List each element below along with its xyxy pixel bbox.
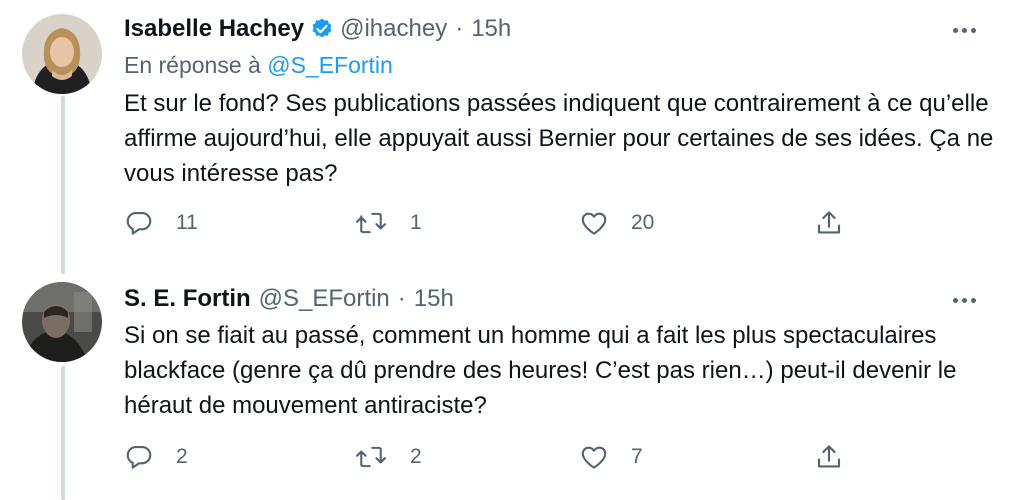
retweet-icon [354,208,388,238]
user-handle[interactable]: @ihachey [340,15,447,43]
separator-dot: · [397,285,406,312]
retweet-icon [354,442,388,472]
reply-prefix: En réponse à [124,52,261,78]
share-button[interactable] [814,442,844,472]
tweet-text: Si on se fiait au passé, comment un homm… [124,322,957,419]
tweet-1[interactable]: Isabelle Hachey @ihachey · 15h En répons… [0,0,1020,270]
reply-count: 2 [176,445,188,468]
timestamp[interactable]: 15h [471,15,511,43]
tweet-header: Isabelle Hachey @ihachey · 15h [124,14,511,44]
verified-badge-icon [310,17,334,41]
tweet-2[interactable]: S. E. Fortin @S_EFortin · 15h Si on se f… [0,270,1020,500]
reply-handle-link[interactable]: @S_EFortin [267,52,393,78]
reply-icon [124,208,154,238]
retweet-button[interactable]: 1 [354,208,422,238]
more-icon[interactable] [946,290,982,310]
share-icon [814,442,844,472]
retweet-button[interactable]: 2 [354,442,422,472]
more-icon[interactable] [946,20,982,40]
timestamp[interactable]: 15h [414,285,454,313]
separator-dot: · [455,15,464,42]
like-icon [579,208,609,238]
like-icon [579,442,609,472]
avatar[interactable] [22,14,102,94]
avatar[interactable] [22,282,102,362]
user-handle[interactable]: @S_EFortin [259,285,390,313]
retweet-count: 1 [410,211,422,234]
display-name[interactable]: Isabelle Hachey [124,15,304,43]
tweet-header: S. E. Fortin @S_EFortin · 15h [124,284,454,314]
reply-icon [124,442,154,472]
like-button[interactable]: 20 [579,208,654,238]
like-button[interactable]: 7 [579,442,643,472]
reply-count: 11 [176,211,198,234]
retweet-count: 2 [410,445,422,468]
reply-button[interactable]: 11 [124,208,198,238]
like-count: 7 [631,445,643,468]
tweet-text: Et sur le fond? Ses publications passées… [124,90,994,187]
action-bar: 2 2 7 [124,442,854,478]
action-bar: 11 1 20 [124,208,854,244]
share-icon [814,208,844,238]
display-name[interactable]: S. E. Fortin [124,285,251,313]
share-button[interactable] [814,208,844,238]
reply-button[interactable]: 2 [124,442,188,472]
like-count: 20 [631,211,655,234]
reply-context: En réponse à @S_EFortin [124,52,393,79]
